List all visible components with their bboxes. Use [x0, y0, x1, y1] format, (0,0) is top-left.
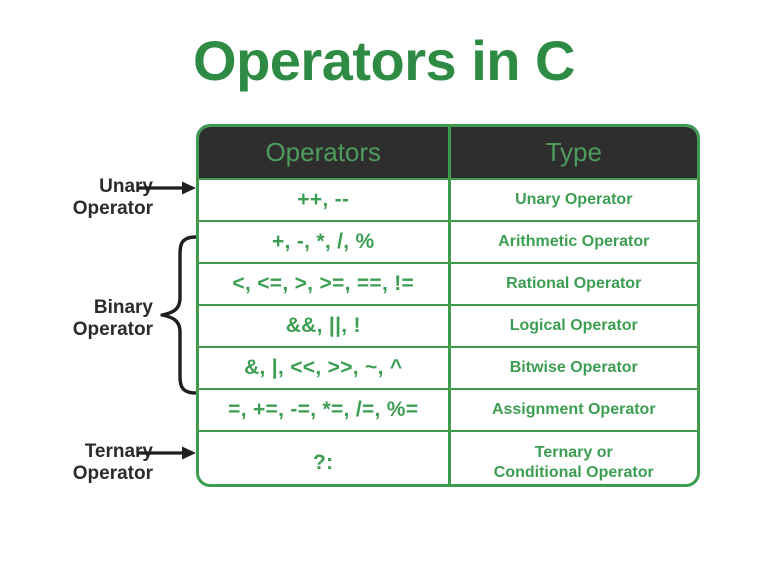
cell-type-assignment: Assignment Operator: [448, 388, 697, 432]
cell-type-ternary: Ternary or Conditional Operator: [448, 430, 697, 484]
cell-type-ternary-line1: Ternary or: [534, 443, 613, 461]
table-row-logical: &&, ||, ! Logical Operator: [199, 304, 697, 348]
cell-type-bitwise: Bitwise Operator: [448, 346, 697, 390]
table-row-arithmetic: +, -, *, /, % Arithmetic Operator: [199, 220, 697, 264]
arrow-right-icon-unary: [138, 180, 198, 196]
operators-table-container: Operators Type ++, -- Unary Operator +, …: [196, 124, 700, 487]
column-header-type: Type: [448, 127, 697, 180]
annotation-binary-line1: Binary: [93, 297, 153, 318]
annotation-binary-operator: Binary Operator: [73, 297, 153, 342]
table-row-assignment: =, +=, -=, *=, /=, %= Assignment Operato…: [199, 388, 697, 432]
cell-type-logical: Logical Operator: [448, 304, 697, 348]
table-row-ternary: ?: Ternary or Conditional Operator: [199, 430, 697, 484]
operators-table: Operators Type ++, -- Unary Operator +, …: [199, 127, 697, 484]
cell-type-ternary-line2: Conditional Operator: [493, 463, 654, 481]
column-header-operators: Operators: [199, 127, 451, 180]
table-row-bitwise: &, |, <<, >>, ~, ^ Bitwise Operator: [199, 346, 697, 390]
annotation-binary-line2: Operator: [72, 319, 153, 341]
page-title: Operators in C: [193, 29, 575, 92]
cell-operators-assignment: =, +=, -=, *=, /=, %=: [199, 388, 451, 432]
cell-operators-ternary: ?:: [199, 430, 451, 484]
cell-operators-rational: <, <=, >, >=, ==, !=: [199, 262, 451, 306]
annotation-ternary-line2: Operator: [72, 463, 153, 485]
annotation-unary-line2: Operator: [72, 198, 153, 220]
table-row-unary: ++, -- Unary Operator: [199, 178, 697, 222]
cell-operators-bitwise: &, |, <<, >>, ~, ^: [199, 346, 451, 390]
infographic-canvas: Operators in C Unary Operator Binary Ope…: [0, 0, 768, 576]
cell-operators-arithmetic: +, -, *, /, %: [199, 220, 451, 264]
curly-brace-icon-binary: [158, 234, 198, 396]
cell-type-unary: Unary Operator: [448, 178, 697, 222]
cell-type-arithmetic: Arithmetic Operator: [448, 220, 697, 264]
table-header-row: Operators Type: [199, 127, 697, 180]
cell-type-rational: Rational Operator: [448, 262, 697, 306]
arrow-right-icon-ternary: [138, 445, 198, 461]
cell-operators-unary: ++, --: [199, 178, 451, 222]
cell-operators-logical: &&, ||, !: [199, 304, 451, 348]
table-row-rational: <, <=, >, >=, ==, != Rational Operator: [199, 262, 697, 306]
